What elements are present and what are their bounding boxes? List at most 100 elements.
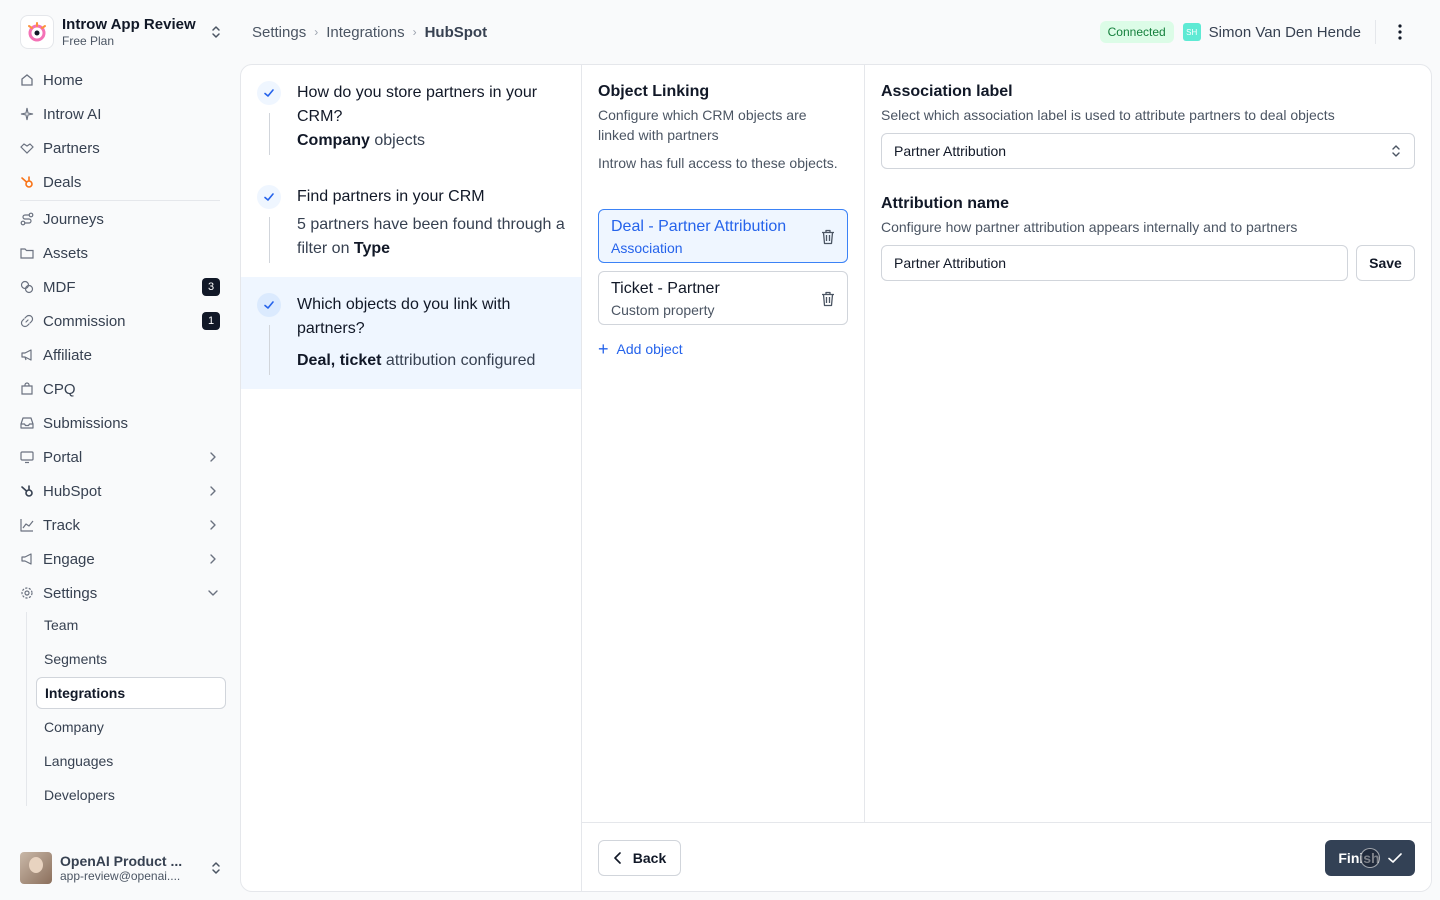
nav-deals-label: Deals	[43, 173, 82, 191]
route-icon	[20, 212, 34, 226]
breadcrumb-settings[interactable]: Settings	[252, 24, 306, 41]
object-linking-title: Object Linking	[598, 83, 710, 100]
header-divider	[1375, 20, 1376, 44]
step-link-objects[interactable]: Which objects do you link with partners?…	[241, 277, 581, 389]
attribution-name-title: Attribution name	[881, 195, 1009, 212]
breadcrumb-integrations[interactable]: Integrations	[326, 24, 404, 41]
account-switcher[interactable]: OpenAI Product ... app-review@openai....	[12, 846, 232, 890]
nav-assets[interactable]: Assets	[20, 239, 228, 267]
finish-label: Finish	[1338, 850, 1380, 866]
chevron-right-icon: ›	[412, 25, 417, 39]
megaphone-icon	[20, 348, 34, 362]
nav-assets-label: Assets	[43, 244, 89, 262]
chevron-right-icon	[206, 484, 220, 498]
coins-icon	[20, 280, 34, 294]
status-badge: Connected	[1099, 21, 1174, 43]
step-connector	[269, 113, 270, 155]
trash-icon[interactable]	[821, 229, 835, 245]
chevron-updown-icon	[212, 26, 220, 38]
settings-item-company[interactable]: Company	[36, 711, 226, 743]
nav-affiliate[interactable]: Affiliate	[20, 341, 228, 369]
nav-engage[interactable]: Engage	[20, 545, 228, 573]
nav-portal-label: Portal	[43, 448, 83, 466]
nav-affiliate-label: Affiliate	[43, 346, 92, 364]
object-linking-description: Configure which CRM objects are linked w…	[598, 107, 807, 143]
link-icon	[20, 314, 34, 328]
connected-user-name: Simon Van Den Hende	[1208, 23, 1361, 41]
nav-mdf-label: MDF	[43, 278, 76, 296]
nav-partners[interactable]: Partners	[20, 134, 228, 162]
chart-line-icon	[20, 518, 34, 532]
object-card-ticket[interactable]: Ticket - Partner Custom property	[598, 271, 848, 325]
finish-button[interactable]: Finish	[1325, 840, 1415, 876]
object-type: Custom property	[611, 302, 715, 318]
nav-engage-label: Engage	[43, 550, 95, 568]
association-label-description: Select which association label is used t…	[881, 107, 1335, 123]
handshake-icon	[20, 141, 34, 155]
nav-introw-ai[interactable]: Introw AI	[20, 100, 228, 128]
nav-journeys[interactable]: Journeys	[20, 205, 228, 233]
settings-item-developers[interactable]: Developers	[36, 779, 226, 811]
nav-divider	[20, 200, 220, 201]
hubspot-icon	[20, 484, 34, 498]
mdf-count-badge: 3	[202, 278, 220, 296]
step-description: Company objects	[297, 132, 426, 149]
add-object-button[interactable]: + Add object	[598, 340, 683, 358]
nav-deals[interactable]: Deals	[20, 168, 228, 196]
megaphone-icon	[20, 552, 34, 566]
save-button[interactable]: Save	[1356, 245, 1415, 281]
object-card-deal[interactable]: Deal - Partner Attribution Association	[598, 209, 848, 263]
nav-introw-ai-label: Introw AI	[43, 105, 102, 123]
nav-home-label: Home	[43, 71, 84, 89]
workspace-switcher[interactable]: Introw App Review Free Plan	[12, 8, 232, 56]
chevron-down-icon	[206, 586, 220, 600]
more-vertical-icon[interactable]	[1390, 22, 1410, 42]
chevron-left-icon	[613, 852, 623, 864]
object-linking-panel: Object Linking Configure which CRM objec…	[582, 65, 865, 822]
home-icon	[20, 73, 34, 87]
settings-item-segments[interactable]: Segments	[36, 643, 226, 675]
nav-journeys-label: Journeys	[43, 210, 104, 228]
nav-mdf[interactable]: MDF 3	[20, 273, 228, 301]
nav-hubspot[interactable]: HubSpot	[20, 477, 228, 505]
settings-item-languages[interactable]: Languages	[36, 745, 226, 777]
back-button[interactable]: Back	[598, 840, 681, 876]
nav-track[interactable]: Track	[20, 511, 228, 539]
back-label: Back	[632, 850, 667, 866]
setup-steps: How do you store partners in your CRM? C…	[241, 65, 582, 891]
monitor-icon	[20, 450, 34, 464]
check-icon	[257, 185, 281, 209]
nav-track-label: Track	[43, 516, 80, 534]
nav-cpq[interactable]: CPQ	[20, 375, 228, 403]
hubspot-icon	[20, 175, 34, 189]
step-connector	[269, 325, 270, 375]
inbox-icon	[20, 416, 34, 430]
nav-portal[interactable]: Portal	[20, 443, 228, 471]
check-icon	[1387, 852, 1402, 864]
step-store-partners[interactable]: How do you store partners in your CRM? C…	[241, 65, 581, 169]
object-title: Ticket - Partner	[611, 280, 720, 297]
trash-icon[interactable]	[821, 291, 835, 307]
nav-cpq-label: CPQ	[43, 380, 76, 398]
chevron-right-icon	[206, 552, 220, 566]
attribution-name-input[interactable]	[881, 245, 1348, 281]
nav-commission[interactable]: Commission 1	[20, 307, 228, 335]
nav-home[interactable]: Home	[20, 66, 228, 94]
association-label-title: Association label	[881, 83, 1013, 100]
commission-count-badge: 1	[202, 312, 220, 330]
settings-item-integrations[interactable]: Integrations	[36, 677, 226, 709]
nav-settings[interactable]: Settings	[20, 579, 228, 607]
account-name: OpenAI Product ...	[60, 853, 183, 869]
avatar	[20, 852, 52, 884]
step-title: How do you store partners in your CRM?	[297, 84, 538, 125]
association-label-value: Partner Attribution	[894, 143, 1007, 159]
workspace-name: Introw App Review	[62, 15, 196, 33]
user-initials-avatar: SH	[1182, 23, 1201, 41]
association-label-select[interactable]: Partner Attribution	[881, 133, 1415, 169]
breadcrumb: Settings › Integrations › HubSpot	[252, 22, 487, 42]
settings-item-team[interactable]: Team	[36, 609, 226, 641]
step-find-partners[interactable]: Find partners in your CRM 5 partners hav…	[241, 169, 581, 277]
introw-logo-icon	[20, 15, 54, 49]
chevron-updown-icon	[212, 862, 220, 874]
nav-submissions[interactable]: Submissions	[20, 409, 228, 437]
